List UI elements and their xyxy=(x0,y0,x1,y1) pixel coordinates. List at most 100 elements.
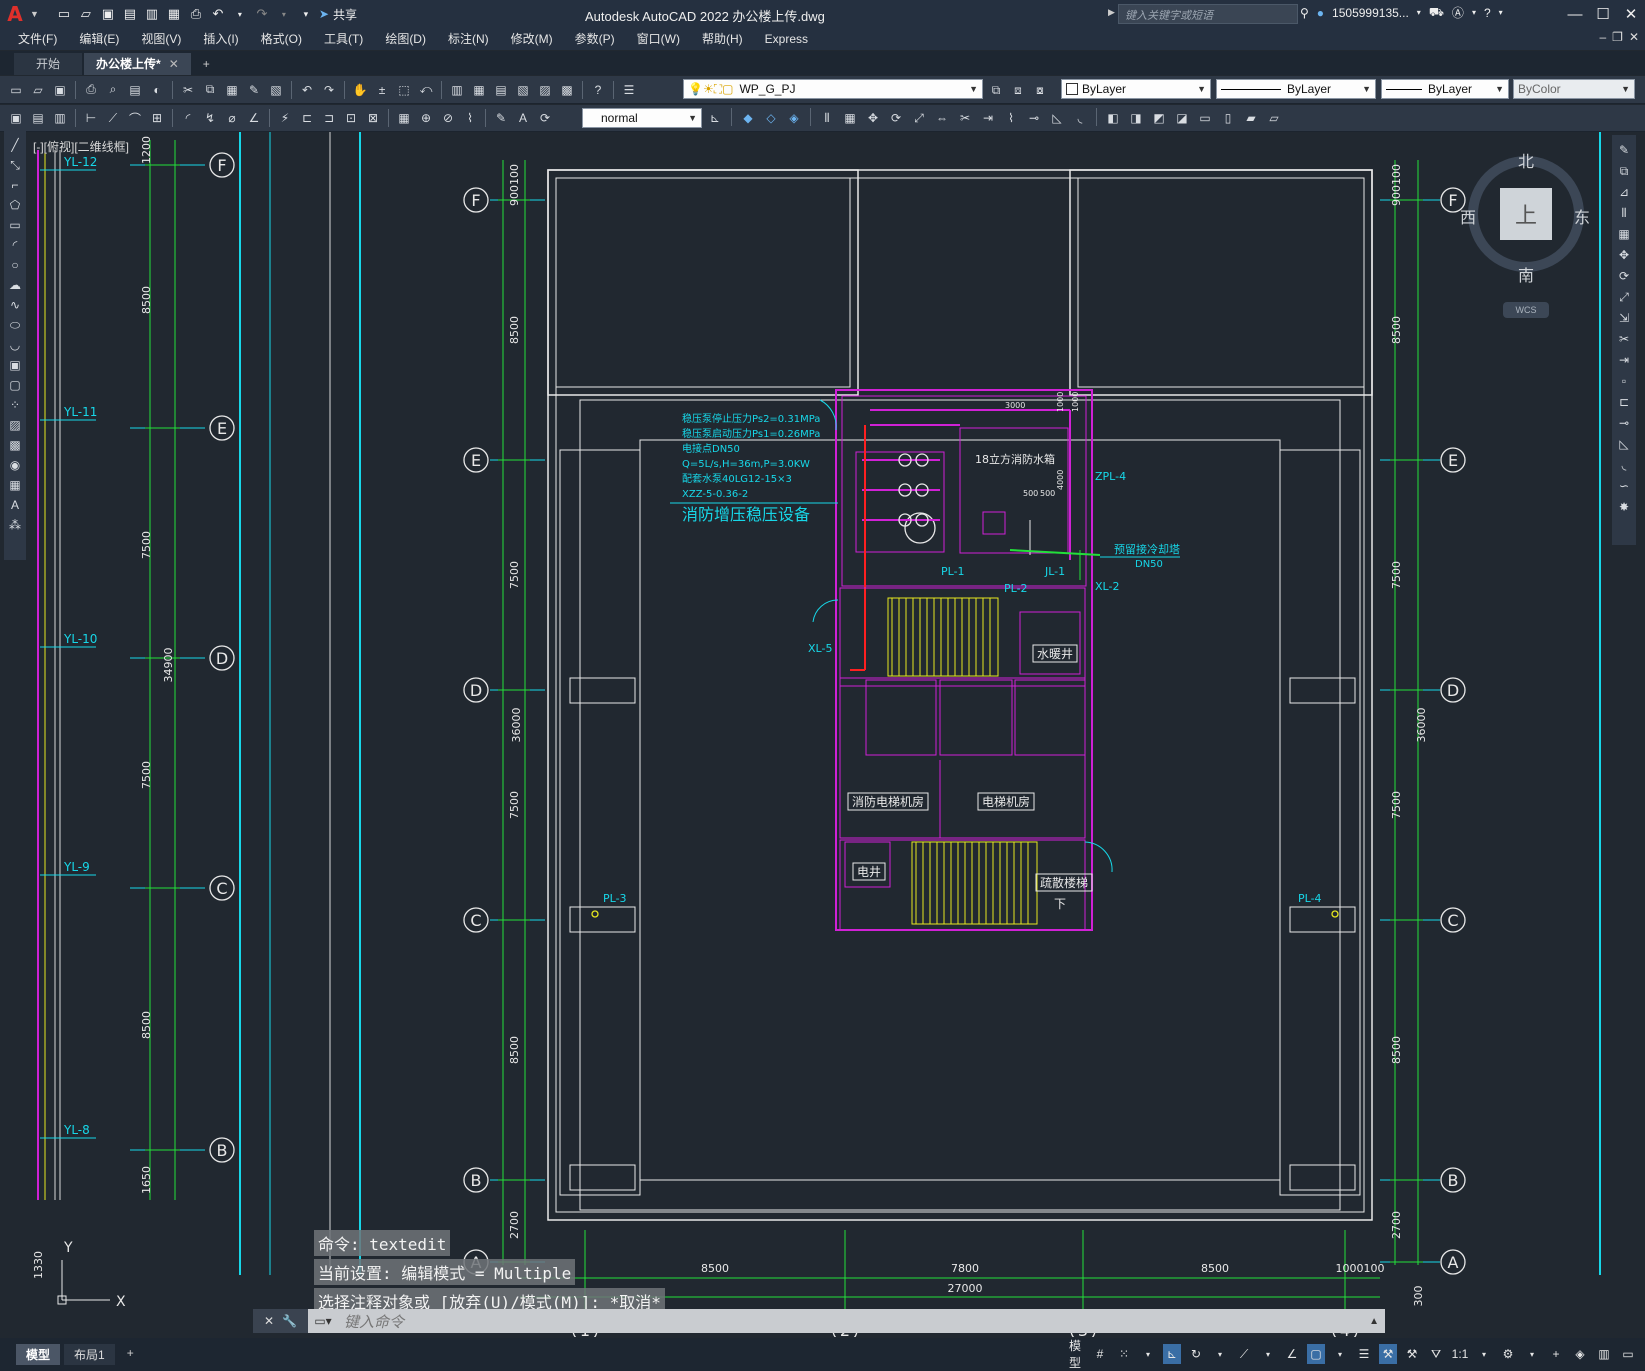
save-as-icon[interactable]: ▤ xyxy=(121,5,139,23)
ortho-icon[interactable]: ⊾ xyxy=(1163,1344,1182,1364)
doc-restore-icon[interactable]: ❐ xyxy=(1612,30,1623,44)
join-icon[interactable]: ⊸ xyxy=(1024,108,1044,128)
array-icon[interactable]: ▦ xyxy=(840,108,860,128)
dim-arc-icon[interactable]: ⌒ xyxy=(125,108,145,128)
dim-update-icon[interactable]: ⟳ xyxy=(535,108,555,128)
command-input[interactable]: 键入命令 xyxy=(344,1311,404,1332)
move-icon[interactable]: ✥ xyxy=(863,108,883,128)
help-dropdown-icon[interactable]: ▾ xyxy=(1499,8,1503,17)
user-name[interactable]: 1505999135... xyxy=(1332,6,1409,20)
menu-format[interactable]: 格式(O) xyxy=(250,28,313,50)
command-recent-icon[interactable]: ▭▾ xyxy=(308,1309,338,1333)
copy-icon[interactable]: ⧉ xyxy=(1615,162,1633,180)
tolerance-icon[interactable]: ▦ xyxy=(394,108,414,128)
layer-state-icon[interactable]: ⧇ xyxy=(1030,80,1050,100)
export-icon[interactable]: ▦ xyxy=(165,5,183,23)
undo-dropdown-icon[interactable]: ▾ xyxy=(231,5,249,23)
jogged-linear-icon[interactable]: ⌇ xyxy=(460,108,480,128)
make-block-icon[interactable]: ▢ xyxy=(6,376,24,394)
cut-icon[interactable]: ✂ xyxy=(178,80,198,100)
add-layout-button[interactable]: + xyxy=(119,1344,142,1365)
linetype-dropdown[interactable]: ByLayer ▼ xyxy=(1216,79,1376,99)
isolate-objects-icon[interactable]: ◈ xyxy=(1571,1344,1589,1364)
menu-modify[interactable]: 修改(M) xyxy=(500,28,564,50)
workspace-dropdown-icon[interactable]: ▾ xyxy=(1523,1344,1541,1364)
polar-dropdown-icon[interactable]: ▾ xyxy=(1211,1344,1229,1364)
annotation-visibility-icon[interactable]: ⚒ xyxy=(1379,1344,1398,1364)
trim-icon[interactable]: ✂ xyxy=(1615,330,1633,348)
center-mark-icon[interactable]: ⊕ xyxy=(416,108,436,128)
offset-icon[interactable]: ⫴ xyxy=(1615,204,1633,222)
close-command-line-icon[interactable]: ✕ xyxy=(264,1314,274,1328)
menu-dimension[interactable]: 标注(N) xyxy=(437,28,500,50)
model-space-toggle[interactable]: 模型 xyxy=(1065,1339,1085,1370)
inspection-icon[interactable]: ⊘ xyxy=(438,108,458,128)
zoom-window-icon[interactable]: ⬚ xyxy=(394,80,414,100)
menu-view[interactable]: 视图(V) xyxy=(130,28,192,50)
menu-express[interactable]: Express xyxy=(754,28,819,50)
leaders-front-icon[interactable]: ▰ xyxy=(1241,108,1261,128)
extend-icon[interactable]: ⇥ xyxy=(978,108,998,128)
tab-start[interactable]: 开始 xyxy=(14,53,83,75)
tab-close-icon[interactable]: ✕ xyxy=(169,53,179,75)
draworder-back-icon[interactable]: ◨ xyxy=(1126,108,1146,128)
dim-text-edit-icon[interactable]: A xyxy=(513,108,533,128)
lineweight-toggle-icon[interactable]: ☰ xyxy=(1355,1344,1373,1364)
region-icon[interactable]: ◉ xyxy=(6,456,24,474)
polyline-icon[interactable]: ⌐ xyxy=(6,176,24,194)
mirror-icon[interactable]: ⊿ xyxy=(1615,183,1633,201)
spline-icon[interactable]: ∿ xyxy=(6,296,24,314)
lineweight-dropdown[interactable]: ByLayer ▼ xyxy=(1381,79,1509,99)
compass-north[interactable]: 北 xyxy=(1518,148,1534,172)
trim-icon[interactable]: ✂ xyxy=(955,108,975,128)
hardware-acceleration-icon[interactable]: ▥ xyxy=(1595,1344,1613,1364)
layer-properties-icon[interactable]: ☰ xyxy=(619,80,639,100)
mirror-icon[interactable]: ◈ xyxy=(784,108,804,128)
dim-continue-icon[interactable]: ⊐ xyxy=(319,108,339,128)
insert-block-icon[interactable]: ▣ xyxy=(6,356,24,374)
isodraft-icon[interactable]: ⟋ xyxy=(1235,1344,1253,1364)
ellipse-arc-icon[interactable]: ◡ xyxy=(6,336,24,354)
grid-icon[interactable]: # xyxy=(1091,1344,1109,1364)
customize-qat-icon[interactable]: ▾ xyxy=(297,5,315,23)
workspace-gear-icon[interactable]: ⚙ xyxy=(1499,1344,1517,1364)
menu-window[interactable]: 窗口(W) xyxy=(626,28,691,50)
object-snap-icon[interactable]: ▢ xyxy=(1307,1344,1326,1364)
rectangle-icon[interactable]: ▭ xyxy=(6,216,24,234)
explode-icon[interactable]: ✸ xyxy=(1615,498,1633,516)
extend-icon[interactable]: ⇥ xyxy=(1615,351,1633,369)
dim-angular-icon[interactable]: ∠ xyxy=(244,108,264,128)
save-icon[interactable]: ▣ xyxy=(99,5,117,23)
dim-baseline-icon[interactable]: ⊏ xyxy=(297,108,317,128)
layout-tab-model[interactable]: 模型 xyxy=(16,1344,61,1365)
offset-icon[interactable]: ⫴ xyxy=(817,108,837,128)
dim-aligned-icon[interactable]: ⟋ xyxy=(103,108,123,128)
stretch-icon[interactable]: ⇔ xyxy=(932,108,952,128)
annotation-scale-value[interactable]: 1:1 xyxy=(1451,1344,1469,1364)
dims-front-icon[interactable]: ▯ xyxy=(1218,108,1238,128)
dim-diameter-icon[interactable]: ⌀ xyxy=(222,108,242,128)
chamfer-icon[interactable]: ◺ xyxy=(1615,435,1633,453)
fillet-icon[interactable]: ◟ xyxy=(1615,456,1633,474)
account-dropdown-icon[interactable]: ▾ xyxy=(1472,8,1476,17)
redo-icon[interactable]: ↷ xyxy=(253,5,271,23)
user-dropdown-icon[interactable]: ▾ xyxy=(1417,8,1421,17)
text-front-icon[interactable]: ▭ xyxy=(1195,108,1215,128)
fillet-icon[interactable]: ◟ xyxy=(1070,108,1090,128)
break-point-icon[interactable]: ▫ xyxy=(1615,372,1633,390)
dim-radius-icon[interactable]: ◜ xyxy=(178,108,198,128)
break-icon[interactable]: ⌇ xyxy=(1001,108,1021,128)
dim-style-icon[interactable]: ⊾ xyxy=(705,108,725,128)
object-snap-tracking-icon[interactable]: ∠ xyxy=(1283,1344,1301,1364)
compass-east[interactable]: 东 xyxy=(1574,204,1590,228)
polar-icon[interactable]: ↻ xyxy=(1187,1344,1205,1364)
open-file-icon[interactable]: ▱ xyxy=(77,5,95,23)
isodraft-dropdown-icon[interactable]: ▾ xyxy=(1259,1344,1277,1364)
make-current-layer-icon[interactable]: ⧉ xyxy=(986,80,1006,100)
3d-print-icon[interactable]: ◐ xyxy=(147,80,167,100)
scale-icon[interactable]: ⤢ xyxy=(909,108,929,128)
new-tab-button[interactable]: + xyxy=(193,53,220,75)
compass-south[interactable]: 南 xyxy=(1518,262,1534,286)
search-input[interactable]: 键入关键字或短语 xyxy=(1118,4,1298,24)
app-menu-arrow-icon[interactable]: ▼ xyxy=(30,9,39,19)
